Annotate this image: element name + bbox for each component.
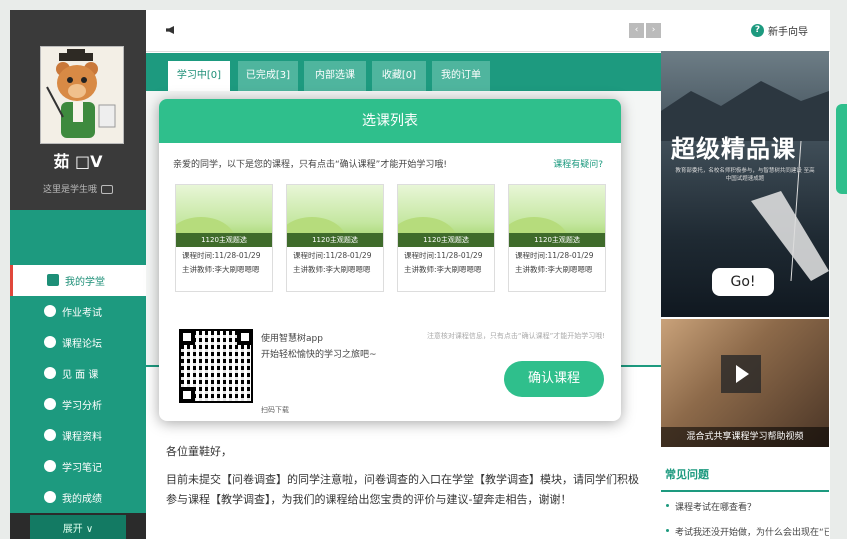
qr-corner — [179, 329, 195, 345]
sidebar-spacer — [10, 210, 146, 265]
question-icon: ? — [751, 24, 764, 37]
sidebar-item-label: 学习分析 — [62, 401, 102, 412]
course-tag: 1120主观题选 — [509, 233, 605, 247]
sidebar-item-meeting-class[interactable]: 见 面 课 — [10, 358, 146, 389]
course-teacher: 主讲教师:李大刷嗯嗯嗯 — [293, 265, 371, 274]
meeting-icon — [44, 367, 56, 379]
tab-internal-courses[interactable]: 内部选课 — [304, 61, 366, 91]
avatar[interactable] — [40, 46, 124, 144]
sidebar-item-materials[interactable]: 课程资料 — [10, 420, 146, 451]
course-tag: 1120主观题选 — [287, 233, 383, 247]
course-period: 课程时间:11/28-01/29 — [182, 251, 261, 260]
tab-favorites[interactable]: 收藏[0] — [372, 61, 426, 91]
prev-arrow-button[interactable]: ‹ — [629, 23, 644, 38]
course-teacher: 主讲教师:李大刷嗯嗯嗯 — [515, 265, 593, 274]
course-selection-modal: 选课列表 亲爱的同学，以下是您的课程，只有点击“确认课程”才能开始学习哦! 课程… — [159, 99, 621, 421]
course-teacher: 主讲教师:李大刷嗯嗯嗯 — [404, 265, 482, 274]
sidebar-item-forum[interactable]: 课程论坛 — [10, 327, 146, 358]
course-period: 课程时间:11/28-01/29 — [515, 251, 594, 260]
confirm-course-button[interactable]: 确认课程 — [504, 361, 604, 397]
modal-title: 选课列表 — [159, 99, 621, 143]
go-button[interactable]: Go! — [712, 268, 774, 296]
sidebar-item-notes[interactable]: 学习笔记 — [10, 451, 146, 482]
floating-side-tab[interactable] — [836, 104, 847, 194]
sidebar-item-label: 我的成绩 — [62, 494, 102, 505]
sidebar-item-my-school[interactable]: 我的学堂 — [10, 265, 146, 296]
tab-studying[interactable]: 学习中[0] — [168, 61, 230, 91]
confirm-tip: 注意核对课程信息，只有点击“确认课程”才能开始学习哦! — [426, 332, 605, 340]
tab-completed[interactable]: 已完成[3] — [238, 61, 298, 91]
modal-description: 亲爱的同学，以下是您的课程，只有点击“确认课程”才能开始学习哦! — [173, 160, 447, 170]
course-period: 课程时间:11/28-01/29 — [293, 251, 372, 260]
course-tag: 1120主观题选 — [176, 233, 272, 247]
help-video[interactable]: 混合式共享课程学习帮助视频 — [661, 319, 829, 447]
course-card[interactable]: 1120主观题选 课程时间:11/28-01/29 主讲教师:李大刷嗯嗯嗯 — [175, 184, 273, 292]
course-thumbnail: 1120主观题选 — [398, 185, 494, 247]
tab-orders[interactable]: 我的订单 — [432, 61, 490, 91]
play-icon[interactable] — [721, 355, 761, 393]
qr-corner — [179, 387, 195, 403]
user-note: 这里是学生哦 — [10, 182, 146, 195]
username: 茹 □V — [53, 152, 103, 171]
app-title: 使用智慧树app — [261, 334, 323, 344]
user-note-text: 这里是学生哦 — [42, 185, 97, 195]
faq-panel: 常见问题 课程考试在哪查看？ 考试我还没开始做，为什么会出现在“已… — [661, 462, 829, 539]
sidebar-item-analysis[interactable]: 学习分析 — [10, 389, 146, 420]
analysis-icon — [44, 398, 56, 410]
sidebar-item-label: 见 面 课 — [62, 370, 99, 381]
course-card[interactable]: 1120主观题选 课程时间:11/28-01/29 主讲教师:李大刷嗯嗯嗯 — [286, 184, 384, 292]
announcement-greeting: 各位童鞋好， — [166, 445, 232, 458]
course-card[interactable]: 1120主观题选 课程时间:11/28-01/29 主讲教师:李大刷嗯嗯嗯 — [397, 184, 495, 292]
sidebar-nav: 我的学堂 作业考试 课程论坛 见 面 课 学习分析 课程资料 学习笔记 我的成绩 — [10, 265, 146, 513]
sidebar-item-homework-exam[interactable]: 作业考试 — [10, 296, 146, 327]
pencil-icon — [44, 305, 56, 317]
course-thumbnail: 1120主观题选 — [176, 185, 272, 247]
forum-icon — [44, 336, 56, 348]
volume-icon[interactable] — [166, 26, 174, 34]
faq-item[interactable]: 考试我还没开始做，为什么会出现在“已… — [661, 517, 829, 539]
course-card[interactable]: 1120主观题选 课程时间:11/28-01/29 主讲教师:李大刷嗯嗯嗯 — [508, 184, 606, 292]
course-tag: 1120主观题选 — [398, 233, 494, 247]
left-sidebar: 茹 □V 这里是学生哦 我的学堂 作业考试 课程论坛 见 面 课 学习分析 课程… — [10, 10, 146, 539]
sidebar-item-label: 课程资料 — [62, 432, 102, 443]
message-icon[interactable] — [101, 185, 113, 194]
expand-button[interactable]: 展开 ∨ — [30, 515, 126, 539]
promo-subtitle: 教育部委托，名校名师积极参与，与智慧树共同建设 至高中国试题速成题 — [675, 168, 815, 182]
notes-icon — [44, 460, 56, 472]
app-subtitle: 开始轻松愉快的学习之旅吧~ — [261, 350, 377, 360]
promo-title: 超级精品课 — [671, 135, 796, 163]
guide-link[interactable]: ? 新手向导 — [751, 23, 808, 38]
qr-corner — [237, 329, 253, 345]
guide-label: 新手向导 — [768, 27, 808, 38]
home-icon — [47, 274, 59, 286]
faq-item[interactable]: 课程考试在哪查看？ — [661, 492, 829, 517]
sidebar-item-label: 课程论坛 — [62, 339, 102, 350]
video-caption: 混合式共享课程学习帮助视频 — [661, 427, 829, 447]
promo-banner[interactable]: 超级精品课 教育部委托，名校名师积极参与，与智慧树共同建设 至高中国试题速成题 … — [661, 51, 829, 317]
sidebar-item-label: 学习笔记 — [62, 463, 102, 474]
top-bar: ‹ › ? 新手向导 — [146, 10, 830, 52]
course-teacher: 主讲教师:李大刷嗯嗯嗯 — [182, 265, 260, 274]
tab-bar: 学习中[0] 已完成[3] 内部选课 收藏[0] 我的订单 — [146, 53, 662, 91]
sidebar-item-grades[interactable]: 我的成绩 — [10, 482, 146, 513]
announcement: 各位童鞋好， 目前未提交【问卷调查】的同学注意啦，问卷调查的入口在学堂【教学调查… — [166, 442, 646, 518]
profile-panel: 茹 □V 这里是学生哦 — [10, 10, 146, 210]
announcement-body: 目前未提交【问卷调查】的同学注意啦，问卷调查的入口在学堂【教学调查】模块，请同学… — [166, 473, 639, 506]
mascot-bear-icon — [41, 47, 123, 143]
sidebar-item-label: 作业考试 — [62, 308, 102, 319]
sidebar-item-label: 我的学堂 — [65, 277, 105, 288]
faq-title: 常见问题 — [661, 462, 829, 492]
scan-download-label: 扫码下载 — [261, 406, 289, 414]
course-thumbnail: 1120主观题选 — [287, 185, 383, 247]
grades-icon — [44, 491, 56, 503]
course-period: 课程时间:11/28-01/29 — [404, 251, 483, 260]
qr-code — [179, 329, 253, 403]
course-thumbnail: 1120主观题选 — [509, 185, 605, 247]
course-question-link[interactable]: 课程有疑问? — [553, 157, 603, 170]
materials-icon — [44, 429, 56, 441]
next-arrow-button[interactable]: › — [646, 23, 661, 38]
